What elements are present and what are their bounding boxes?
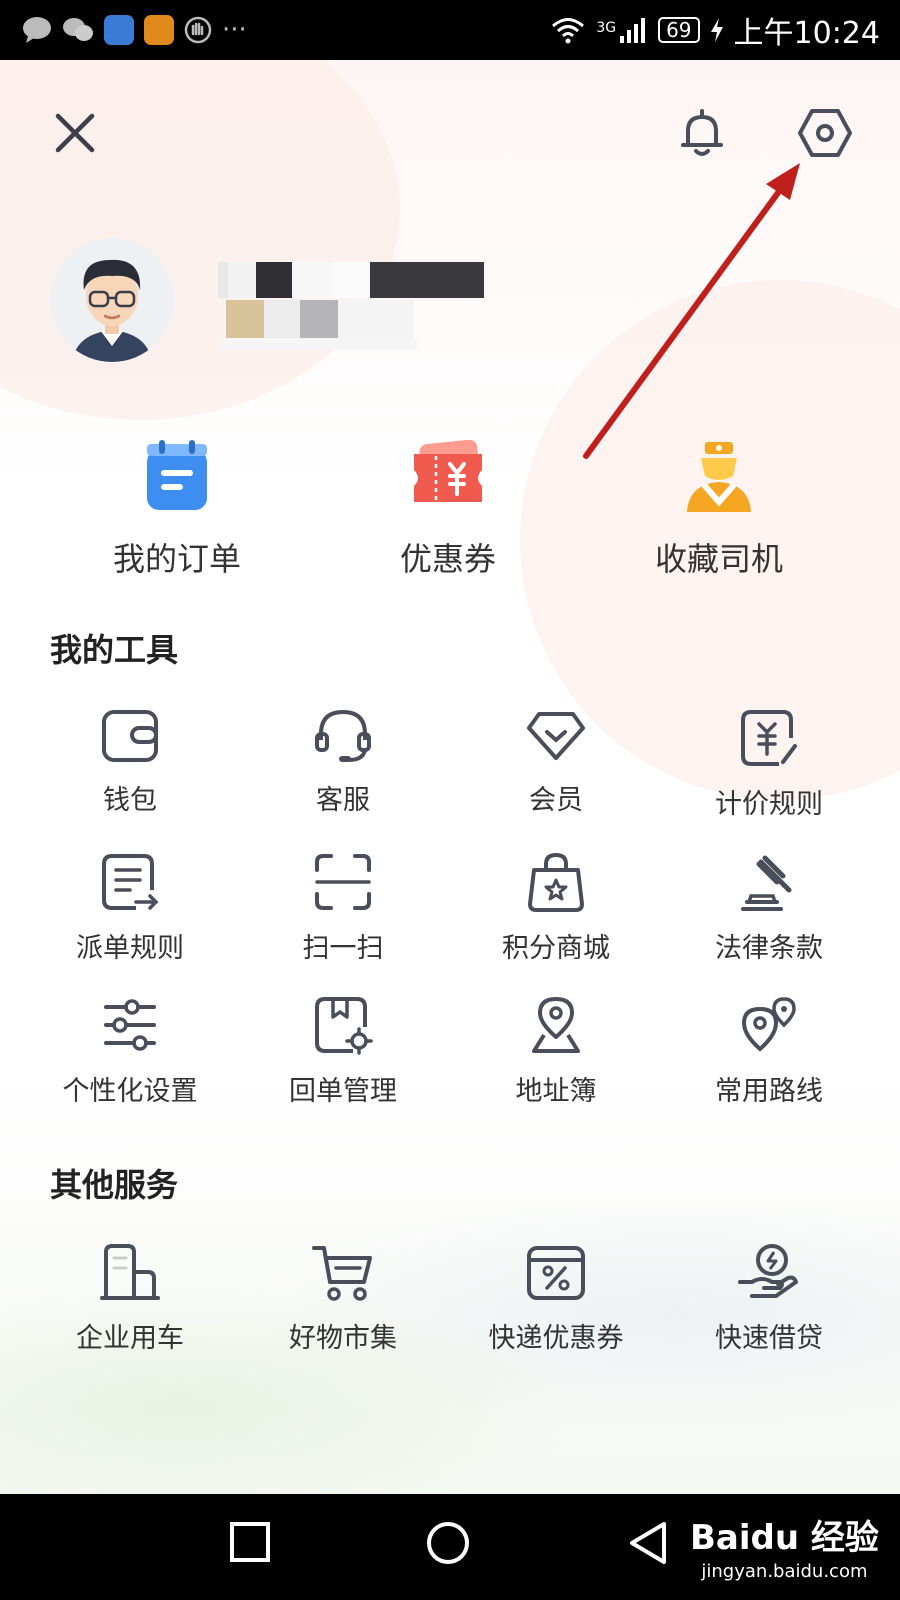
tool-label: 个性化设置 — [62, 1076, 198, 1107]
notification-icons: ··· — [22, 15, 247, 45]
message-icon — [23, 17, 51, 43]
hand-stop-icon — [184, 16, 212, 44]
tool-label: 计价规则 — [715, 789, 823, 820]
my-orders-label: 我的订单 — [112, 540, 241, 578]
account-menu-page: 我的订单 优惠券 收藏司机 我的工具 钱包 客服 会员 计价规则 派单规则 扫一… — [0, 60, 900, 1494]
tool-label: 会员 — [529, 785, 583, 816]
status-bar: ··· 3G 69 上午10:24 — [0, 0, 900, 60]
tool-personalization[interactable]: 个性化设置 — [24, 995, 236, 1108]
loan-icon — [738, 1244, 798, 1298]
coupons-label: 优惠券 — [399, 540, 496, 578]
coupon-icon — [414, 440, 482, 502]
tool-dispatch-rules[interactable]: 派单规则 — [24, 852, 236, 965]
tool-scan[interactable]: 扫一扫 — [237, 852, 449, 965]
tool-label: 钱包 — [103, 785, 157, 816]
location-pin-icon — [532, 997, 580, 1053]
cart-icon — [312, 1246, 372, 1301]
my-orders-button[interactable]: 我的订单 — [57, 440, 297, 580]
avatar-illustration — [72, 259, 152, 362]
settings-icon[interactable] — [796, 105, 854, 161]
tool-pricing-rules[interactable]: 计价规则 — [663, 708, 875, 821]
tool-label: 客服 — [316, 785, 370, 816]
tool-label: 地址簿 — [515, 1076, 597, 1107]
battery-indicator: 69 — [658, 17, 700, 43]
pricing-rule-icon — [741, 710, 797, 766]
service-quick-loan[interactable]: 快速借贷 — [663, 1242, 875, 1355]
wallet-icon — [102, 710, 158, 762]
diamond-icon — [527, 712, 585, 760]
tool-common-routes[interactable]: 常用路线 — [663, 995, 875, 1108]
scan-icon — [315, 854, 371, 910]
service-enterprise-car[interactable]: 企业用车 — [24, 1242, 236, 1355]
more-notifications: ··· — [222, 15, 247, 45]
watermark-url: jingyan.baidu.com — [701, 1561, 868, 1582]
shopping-bag-icon — [528, 852, 584, 912]
close-icon[interactable] — [50, 108, 100, 158]
building-icon — [100, 1244, 160, 1300]
services-section-title: 其他服务 — [50, 1166, 179, 1204]
charging-icon — [710, 18, 723, 42]
parcel-discount-icon — [527, 1246, 585, 1300]
bell-icon[interactable] — [674, 105, 730, 161]
tool-label: 法律条款 — [715, 933, 823, 964]
headset-icon — [315, 709, 371, 762]
wechat-icon — [63, 18, 93, 41]
tool-customer-service[interactable]: 客服 — [237, 708, 449, 817]
service-label: 快速借贷 — [715, 1323, 823, 1354]
tool-label: 回单管理 — [289, 1076, 397, 1107]
route-icon — [741, 997, 796, 1052]
driver-icon — [687, 442, 751, 512]
favorite-drivers-label: 收藏司机 — [654, 540, 783, 578]
tool-wallet[interactable]: 钱包 — [24, 708, 236, 817]
receipt-manage-icon — [315, 997, 373, 1055]
tool-label: 积分商城 — [502, 933, 610, 964]
coupons-button[interactable]: 优惠券 — [328, 440, 568, 580]
sliders-icon — [104, 999, 156, 1051]
tool-points-mall[interactable]: 积分商城 — [450, 852, 662, 965]
favorite-drivers-button[interactable]: 收藏司机 — [599, 440, 839, 580]
service-label: 好物市集 — [289, 1323, 397, 1354]
tool-label: 扫一扫 — [302, 933, 384, 964]
tool-label: 派单规则 — [76, 933, 184, 964]
service-express-coupon[interactable]: 快递优惠券 — [450, 1242, 662, 1355]
system-nav-bar: Baidu 经验 jingyan.baidu.com — [0, 1494, 900, 1600]
service-goods-market[interactable]: 好物市集 — [237, 1242, 449, 1355]
gavel-icon — [741, 855, 792, 911]
shopping-app-icon — [144, 15, 174, 45]
service-label: 企业用车 — [76, 1323, 184, 1354]
tool-label: 常用路线 — [715, 1076, 823, 1107]
service-label: 快递优惠券 — [488, 1323, 624, 1354]
tool-address-book[interactable]: 地址簿 — [450, 995, 662, 1108]
clock: 上午10:24 — [733, 16, 880, 51]
quick-actions: 我的订单 优惠券 收藏司机 — [0, 440, 900, 590]
watermark-main: Baidu 经验 — [690, 1518, 879, 1558]
network-type: 3G — [596, 20, 617, 36]
home-icon[interactable] — [425, 1520, 471, 1566]
recent-apps-icon[interactable] — [228, 1520, 272, 1564]
browser-app-icon — [104, 15, 134, 45]
tool-membership[interactable]: 会员 — [450, 708, 662, 817]
tool-legal-terms[interactable]: 法律条款 — [663, 852, 875, 965]
tool-receipt-management[interactable]: 回单管理 — [237, 995, 449, 1108]
signal-icon — [620, 18, 646, 43]
order-icon — [147, 440, 207, 510]
baidu-jingyan-watermark: Baidu 经验 jingyan.baidu.com — [690, 1510, 879, 1582]
back-icon[interactable] — [626, 1520, 670, 1566]
avatar[interactable] — [50, 238, 174, 362]
tools-section-title: 我的工具 — [50, 631, 179, 669]
dispatch-rule-icon — [102, 854, 159, 910]
redacted-user-info — [218, 262, 484, 350]
wifi-icon — [552, 18, 585, 44]
